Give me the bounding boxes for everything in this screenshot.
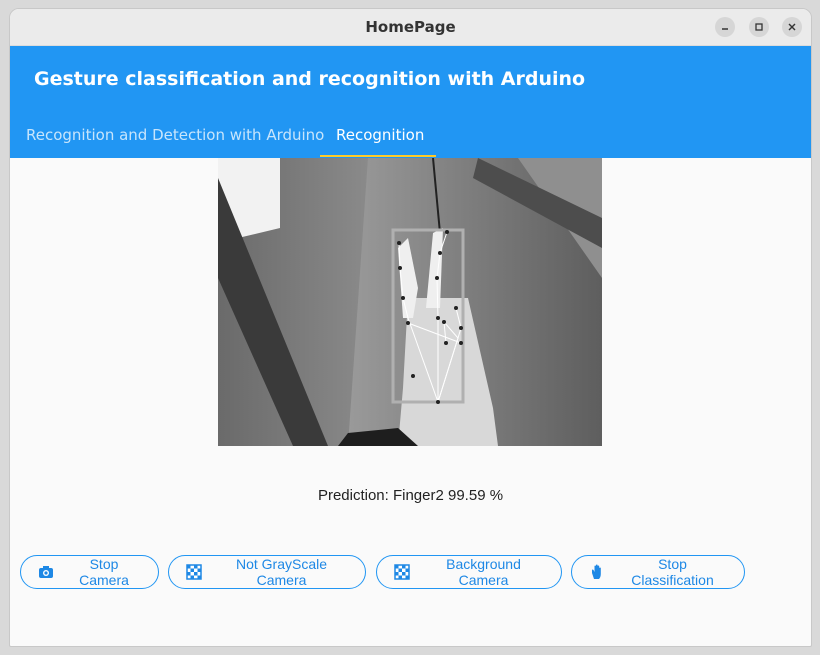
tab-recognition[interactable]: Recognition (336, 126, 424, 144)
not-grayscale-camera-button[interactable]: Not GrayScale Camera (168, 555, 366, 589)
app-title: Gesture classification and recognition w… (34, 68, 586, 90)
prediction-text: Prediction: Finger2 99.59 % (317, 487, 504, 504)
not-grayscale-camera-label: Not GrayScale Camera (235, 556, 328, 588)
stop-camera-button[interactable]: Stop Camera (20, 555, 159, 589)
tab-recognition-detection-arduino[interactable]: Recognition and Detection with Arduino (26, 126, 324, 144)
app-window: HomePage Gesture classification and reco… (9, 8, 812, 647)
camera-feed (218, 158, 602, 446)
close-button[interactable] (782, 17, 802, 37)
active-tab-indicator (320, 155, 436, 157)
background-camera-button[interactable]: Background Camera (376, 555, 562, 589)
stop-classification-label: Stop Classification (631, 556, 714, 588)
window-title: HomePage (365, 18, 456, 36)
background-camera-label: Background Camera (446, 556, 521, 588)
camera-frame-image (218, 158, 602, 446)
stop-camera-label: Stop Camera (79, 556, 129, 588)
maximize-button[interactable] (749, 17, 769, 37)
camera-icon (37, 563, 55, 581)
stop-classification-button[interactable]: Stop Classification (571, 555, 745, 589)
checkerboard-icon (185, 563, 203, 581)
hand-icon (588, 563, 606, 581)
maximize-icon (755, 23, 763, 31)
close-icon (788, 23, 796, 31)
checkerboard-icon (393, 563, 411, 581)
app-bar: Gesture classification and recognition w… (10, 46, 811, 158)
minimize-button[interactable] (715, 17, 735, 37)
title-bar[interactable]: HomePage (10, 9, 811, 46)
minimize-icon (722, 28, 728, 30)
